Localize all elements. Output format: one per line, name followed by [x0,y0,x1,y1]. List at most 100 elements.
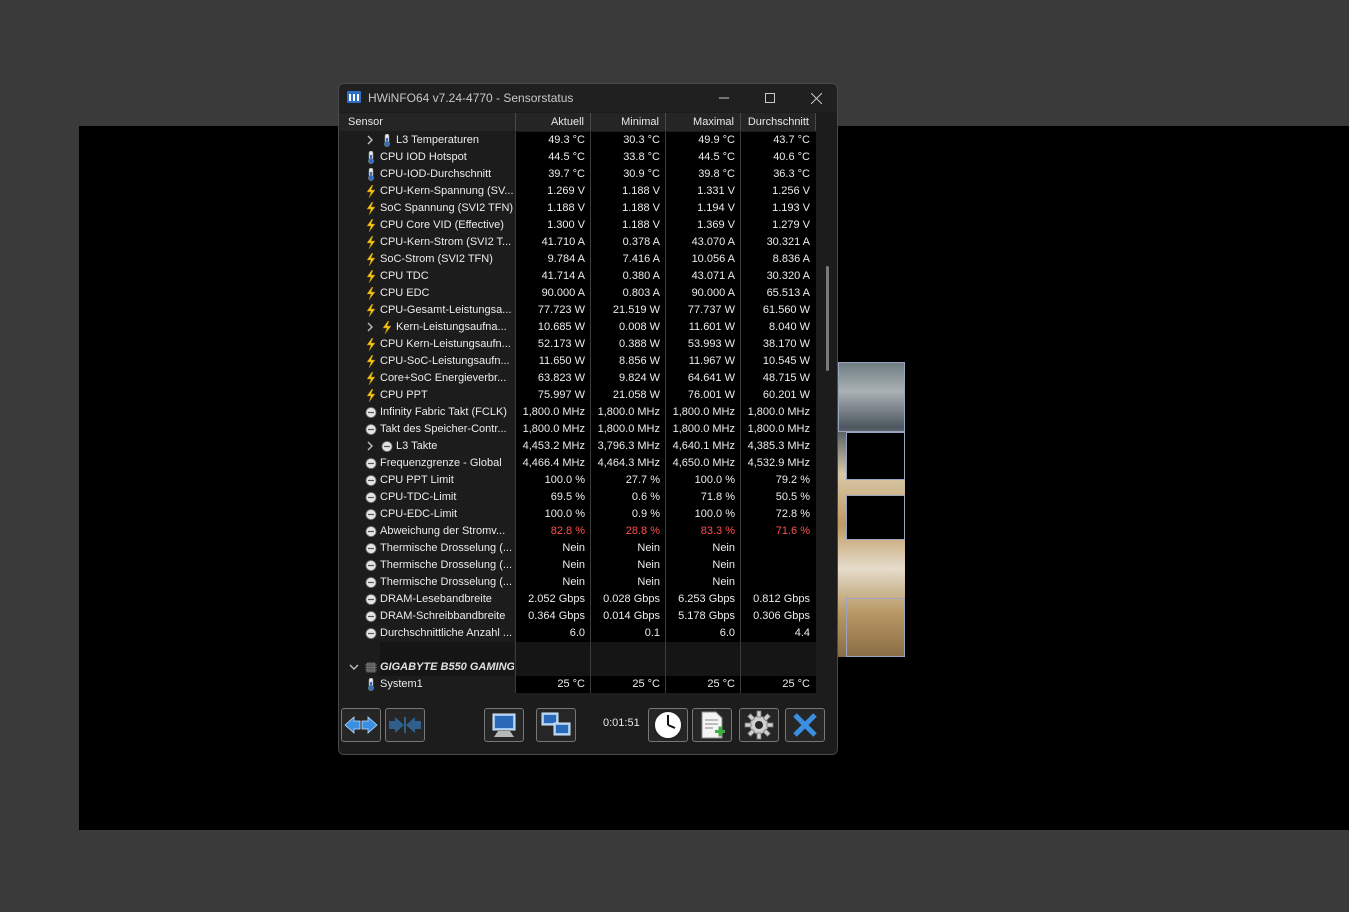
sensor-row[interactable]: Takt des Speicher-Contr... 1,800.0 MHz 1,8… [339,421,816,438]
vertical-scrollbar[interactable] [826,266,829,371]
avg-value: 40.6 °C [740,149,816,166]
sensor-row[interactable]: CPU-EDC-Limit 100.0 % 0.9 % 100.0 % 72.8 % [339,506,816,523]
avg-value: 36.3 °C [740,166,816,183]
sensor-label: Durchschnittliche Anzahl ... [380,627,513,639]
sensor-row[interactable]: Thermische Drosselung (... Nein Nein Nein [339,557,816,574]
sensor-row[interactable]: CPU EDC 90.000 A 0.803 A 90.000 A 65.513 A [339,285,816,302]
column-max[interactable]: Maximal [666,113,741,131]
current-value: Nein [515,540,591,557]
chevron-down-icon[interactable] [349,662,359,673]
sensor-row[interactable]: Infinity Fabric Takt (FCLK) 1,800.0 MHz 1,… [339,404,816,421]
sensor-label: Kern-Leistungsaufna... [396,321,507,333]
sensor-row[interactable]: DRAM-Schreibbandbreite 0.364 Gbps 0.014 Gb… [339,608,816,625]
expand-all-button[interactable] [341,708,381,742]
logging-button[interactable] [692,708,732,742]
gear-icon [744,710,774,740]
current-value: 49.3 °C [515,132,591,149]
chevron-right-icon[interactable] [365,441,375,452]
sensor-row[interactable]: CPU PPT 75.997 W 21.058 W 76.001 W 60.201 W [339,387,816,404]
lightning-icon [365,337,377,352]
chevron-right-icon[interactable] [365,135,375,146]
avg-value: 43.7 °C [740,132,816,149]
minimize-button[interactable] [701,84,747,112]
reset-timer-button[interactable] [648,708,688,742]
sensor-label: DRAM-Lesebandbreite [380,593,492,605]
sensor-row[interactable]: L3 Temperaturen 49.3 °C 30.3 °C 49.9 °C 43.7… [339,132,816,149]
current-value: 1.269 V [515,183,591,200]
max-value: 6.253 Gbps [665,591,741,608]
sensor-row[interactable]: CPU Kern-Leistungsaufn... 52.173 W 0.388 W… [339,336,816,353]
sensor-row[interactable]: CPU IOD Hotspot 44.5 °C 33.8 °C 44.5 °C 40.6… [339,149,816,166]
gauge-icon [365,406,377,419]
min-value: Nein [590,557,666,574]
min-value: 0.9 % [590,506,666,523]
max-value: Nein [665,557,741,574]
sensor-row[interactable]: Frequenzgrenze - Global 4,466.4 MHz 4,464.… [339,455,816,472]
max-value: 5.178 Gbps [665,608,741,625]
current-value: 52.173 W [515,336,591,353]
collapse-all-button[interactable] [385,708,425,742]
sensor-row[interactable]: Core+SoC Energieverbr... 63.823 W 9.824 W6… [339,370,816,387]
sensor-row[interactable]: CPU TDC 41.714 A 0.380 A 43.071 A 30.320 A [339,268,816,285]
network-button[interactable] [536,708,576,742]
sensor-row[interactable]: CPU-IOD-Durchschnitt 39.7 °C 30.9 °C 39.8 °… [339,166,816,183]
settings-button[interactable] [739,708,779,742]
sensor-row[interactable]: Kern-Leistungsaufna... 10.685 W 0.008 W 11.… [339,319,816,336]
sensor-row[interactable]: Abweichung der Stromv... 82.8 % 28.8 % 83.3… [339,523,816,540]
avg-value: 71.6 % [740,523,816,540]
min-value: 28.8 % [590,523,666,540]
thermometer-icon [381,133,393,147]
avg-value: 60.201 W [740,387,816,404]
current-value: 41.710 A [515,234,591,251]
sensor-label: CPU PPT Limit [380,474,454,486]
min-value: 0.380 A [590,268,666,285]
max-value: 25 °C [665,676,741,693]
column-min[interactable]: Minimal [591,113,666,131]
min-value: 0.028 Gbps [590,591,666,608]
avg-value: 4.4 [740,625,816,642]
sensor-row[interactable]: SoC-Strom (SVI2 TFN) 9.784 A 7.416 A 10.056… [339,251,816,268]
sensor-label: CPU-SoC-Leistungsaufn... [380,355,510,367]
sensor-row[interactable]: Durchschnittliche Anzahl ... 6.0 0.1 6.0 4.4 [339,625,816,642]
max-value: 1,800.0 MHz [665,421,741,438]
sensor-row[interactable]: CPU-Kern-Spannung (SV... 1.269 V 1.188 V 1.… [339,183,816,200]
min-value: 27.7 % [590,472,666,489]
close-x-icon [793,713,817,737]
sensor-row[interactable]: CPU-Gesamt-Leistungsa... 77.723 W 21.519 W… [339,302,816,319]
chevron-right-icon[interactable] [365,322,375,333]
current-value: 4,466.4 MHz [515,455,591,472]
sensor-table: L3 Temperaturen 49.3 °C 30.3 °C 49.9 °C 43.7… [339,132,816,701]
sensor-row[interactable]: System1 25 °C 25 °C 25 °C 25 °C [339,676,816,693]
sensor-row[interactable]: CPU-Kern-Strom (SVI2 T... 41.710 A 0.378 A… [339,234,816,251]
elapsed-timer: 0:01:51 [603,717,640,729]
sensor-label: L3 Takte [396,440,438,452]
column-avg[interactable]: Durchschnitt [741,113,816,131]
current-value: 9.784 A [515,251,591,268]
sensor-group-label: GIGABYTE B550 GAMING... [380,659,514,676]
sensor-row[interactable]: CPU PPT Limit 100.0 % 27.7 % 100.0 % 79.2 % [339,472,816,489]
sensor-row[interactable]: CPU-SoC-Leistungsaufn... 11.650 W 8.856 W1… [339,353,816,370]
column-sensor[interactable]: Sensor [339,113,516,131]
sensor-label: Takt des Speicher-Contr... [380,423,507,435]
sensor-row[interactable]: DRAM-Lesebandbreite 2.052 Gbps 0.028 Gbps 6… [339,591,816,608]
sensor-row[interactable]: Thermische Drosselung (... Nein Nein Nein [339,540,816,557]
max-value: 11.967 W [665,353,741,370]
sensor-group-row[interactable]: GIGABYTE B550 GAMING... [339,659,816,676]
sensor-label: CPU-Kern-Strom (SVI2 T... [380,236,512,248]
title-bar[interactable]: HWiNFO64 v7.24-4770 - Sensorstatus [339,84,837,112]
sensor-row[interactable]: L3 Takte 4,453.2 MHz 3,796.3 MHz 4,640.1 MH… [339,438,816,455]
close-window-button[interactable] [793,84,837,112]
avg-value: 65.513 A [740,285,816,302]
sensor-row[interactable]: CPU-TDC-Limit 69.5 % 0.6 % 71.8 % 50.5 % [339,489,816,506]
maximize-button[interactable] [747,84,793,112]
sensor-row[interactable]: Thermische Drosselung (... Nein Nein Nein [339,574,816,591]
current-value: 1.188 V [515,200,591,217]
sensor-window-button[interactable] [484,708,524,742]
min-value: 25 °C [590,676,666,693]
maximize-icon [765,93,775,103]
column-current[interactable]: Aktuell [516,113,591,131]
sensor-row[interactable]: CPU Core VID (Effective) 1.300 V 1.188 V 1.… [339,217,816,234]
lightning-icon [365,218,377,233]
close-sensors-button[interactable] [785,708,825,742]
sensor-row[interactable]: SoC Spannung (SVI2 TFN) 1.188 V 1.188 V 1.1… [339,200,816,217]
